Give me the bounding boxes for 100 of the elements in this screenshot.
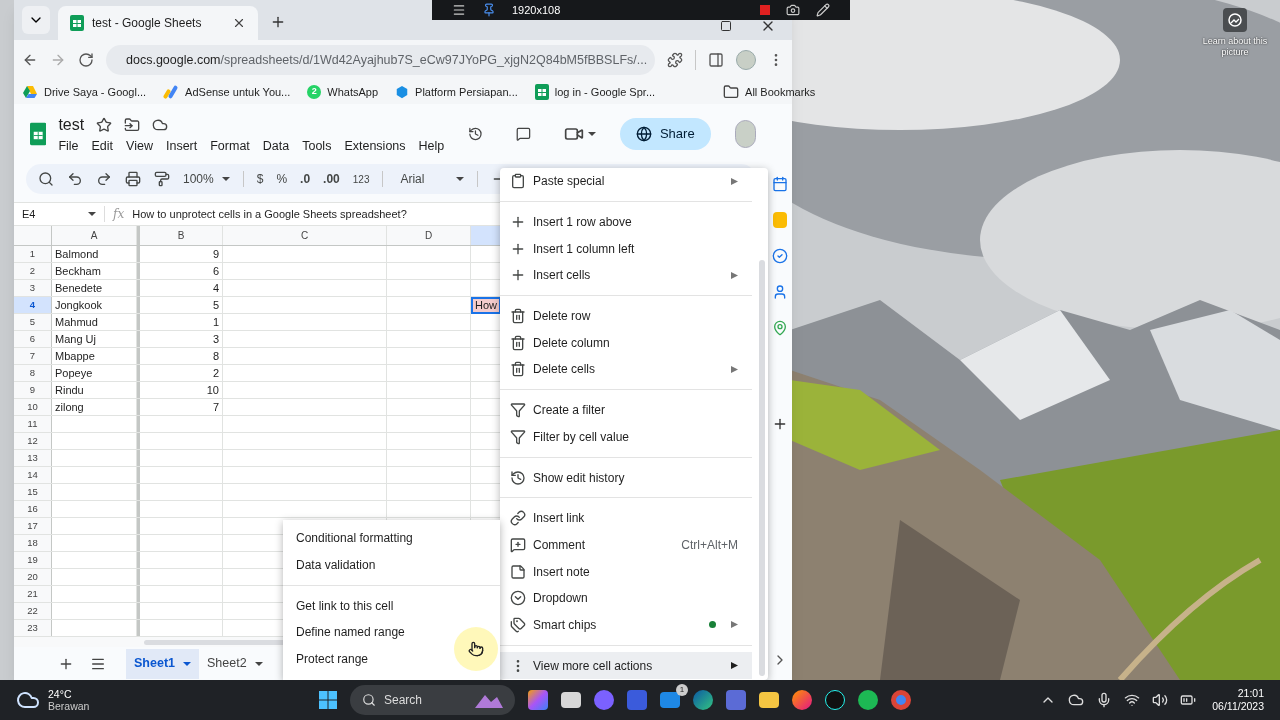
- row-header[interactable]: 4: [14, 297, 52, 313]
- calendar-icon[interactable]: [772, 176, 788, 192]
- menu-item[interactable]: Insert: [165, 136, 198, 156]
- bookmark-item[interactable]: log in - Google Spr...: [534, 83, 656, 101]
- increase-decimals-button[interactable]: .00: [323, 170, 340, 188]
- row-header[interactable]: 19: [14, 552, 52, 568]
- contacts-icon[interactable]: [772, 284, 788, 300]
- scrollbar[interactable]: [759, 260, 765, 676]
- menu-icon[interactable]: [452, 3, 466, 17]
- bookmark-item[interactable]: Platform Persiapan...: [395, 83, 518, 101]
- menu-item[interactable]: Get link to this cell: [283, 592, 500, 620]
- print-icon[interactable]: [125, 171, 141, 187]
- onedrive-icon[interactable]: [1068, 692, 1085, 708]
- row-header[interactable]: 20: [14, 569, 52, 585]
- menu-item[interactable]: Conditional formatting: [283, 525, 500, 552]
- picture-info-icon[interactable]: [1223, 8, 1247, 32]
- clock-time[interactable]: 21:01: [1237, 687, 1264, 700]
- row-header[interactable]: 12: [14, 433, 52, 449]
- row-header[interactable]: 8: [14, 365, 52, 381]
- pin-icon[interactable]: [482, 3, 496, 17]
- menu-item[interactable]: Insert link: [500, 504, 752, 532]
- menu-item[interactable]: Tools: [302, 136, 332, 156]
- sheet-tab[interactable]: Sheet1: [126, 648, 199, 679]
- font-select[interactable]: Arial: [396, 170, 465, 188]
- add-icon[interactable]: [772, 416, 788, 432]
- redo-icon[interactable]: [96, 171, 112, 187]
- row-header[interactable]: 2: [14, 263, 52, 279]
- zoom-select[interactable]: 100%: [183, 170, 230, 188]
- row-header[interactable]: 17: [14, 518, 52, 534]
- menu-item[interactable]: Insert note: [500, 558, 752, 585]
- row-header[interactable]: 10: [14, 399, 52, 415]
- all-bookmarks-item[interactable]: All Bookmarks: [723, 83, 816, 101]
- menu-item[interactable]: Edit: [91, 136, 114, 156]
- maximize-icon[interactable]: [720, 20, 732, 32]
- menu-item[interactable]: Help: [418, 136, 445, 156]
- battery-icon[interactable]: [1180, 692, 1197, 708]
- search-field[interactable]: Search: [350, 685, 515, 715]
- maps-icon[interactable]: [772, 320, 788, 336]
- star-icon[interactable]: [96, 116, 113, 133]
- row-header[interactable]: 1: [14, 246, 52, 262]
- tasks-icon[interactable]: [772, 248, 788, 264]
- menu-item[interactable]: Insert cells: [500, 262, 752, 289]
- currency-button[interactable]: $: [256, 170, 264, 188]
- extensions-icon[interactable]: [667, 52, 683, 68]
- row-header[interactable]: 6: [14, 331, 52, 347]
- folder-icon[interactable]: [759, 692, 779, 708]
- menu-item[interactable]: View more cell actions: [500, 652, 752, 679]
- menu-item[interactable]: Extensions: [344, 136, 406, 156]
- menu-item[interactable]: Delete column: [500, 329, 752, 357]
- menu-item[interactable]: Insert 1 column left: [500, 235, 752, 263]
- more-formats-button[interactable]: 123: [352, 171, 370, 187]
- tab-list-button[interactable]: [22, 6, 50, 34]
- menu-item[interactable]: Delete row: [500, 302, 752, 330]
- row-header[interactable]: 9: [14, 382, 52, 398]
- row-header[interactable]: 22: [14, 603, 52, 619]
- decrease-decimals-button[interactable]: .0: [300, 170, 311, 188]
- bookmark-item[interactable]: 2 WhatsApp: [307, 83, 379, 101]
- menu-item[interactable]: Filter by cell value: [500, 423, 752, 451]
- browser-tab[interactable]: test - Google Sheets: [58, 6, 258, 40]
- menu-item[interactable]: Delete cells: [500, 356, 752, 383]
- menu-item[interactable]: Data validation: [283, 551, 500, 579]
- camera-icon[interactable]: [786, 3, 800, 17]
- volume-icon[interactable]: [1152, 692, 1169, 708]
- menu-item[interactable]: Format: [210, 136, 250, 156]
- column-header[interactable]: B: [140, 226, 223, 245]
- clock-date[interactable]: 06/11/2023: [1212, 700, 1264, 713]
- menu-item[interactable]: Create a filter: [500, 396, 752, 424]
- bookmark-item[interactable]: Drive Saya - Googl...: [22, 83, 147, 101]
- menu-item[interactable]: Show edit history: [500, 464, 752, 491]
- move-icon[interactable]: [124, 116, 141, 133]
- row-header[interactable]: 5: [14, 314, 52, 330]
- menu-item[interactable]: Smart chips: [500, 611, 752, 639]
- menu-item[interactable]: Comment Ctrl+Alt+M: [500, 531, 752, 559]
- row-header[interactable]: 15: [14, 484, 52, 500]
- row-header[interactable]: 23: [14, 620, 52, 636]
- paint-format-icon[interactable]: [154, 171, 170, 187]
- menu-item[interactable]: Protect range: [283, 645, 500, 673]
- document-title[interactable]: test: [58, 112, 85, 137]
- menu-item[interactable]: Insert 1 row above: [500, 208, 752, 236]
- side-panel-icon[interactable]: [708, 52, 724, 68]
- sheet-tab[interactable]: Sheet2: [199, 648, 271, 679]
- menu-item[interactable]: Data: [262, 136, 290, 156]
- windows-logo[interactable]: [319, 691, 337, 709]
- menu-item[interactable]: Paste special: [500, 168, 752, 195]
- back-icon[interactable]: [22, 52, 38, 68]
- row-header[interactable]: 3: [14, 280, 52, 296]
- row-header[interactable]: 21: [14, 586, 52, 602]
- share-button[interactable]: Share: [619, 118, 711, 150]
- row-header[interactable]: 14: [14, 467, 52, 483]
- row-header[interactable]: 13: [14, 450, 52, 466]
- pencil-icon[interactable]: [816, 3, 830, 17]
- undo-icon[interactable]: [67, 171, 83, 187]
- row-header[interactable]: 16: [14, 501, 52, 517]
- formula-field[interactable]: How to unprotect cells in a Google Sheets spreadsheet?: [132, 205, 407, 223]
- wifi-icon[interactable]: [1124, 692, 1141, 708]
- column-header[interactable]: C: [223, 226, 387, 245]
- menu-item[interactable]: Dropdown: [500, 584, 752, 612]
- close-icon[interactable]: [232, 16, 246, 30]
- percent-button[interactable]: %: [276, 170, 288, 188]
- reload-icon[interactable]: [78, 52, 94, 68]
